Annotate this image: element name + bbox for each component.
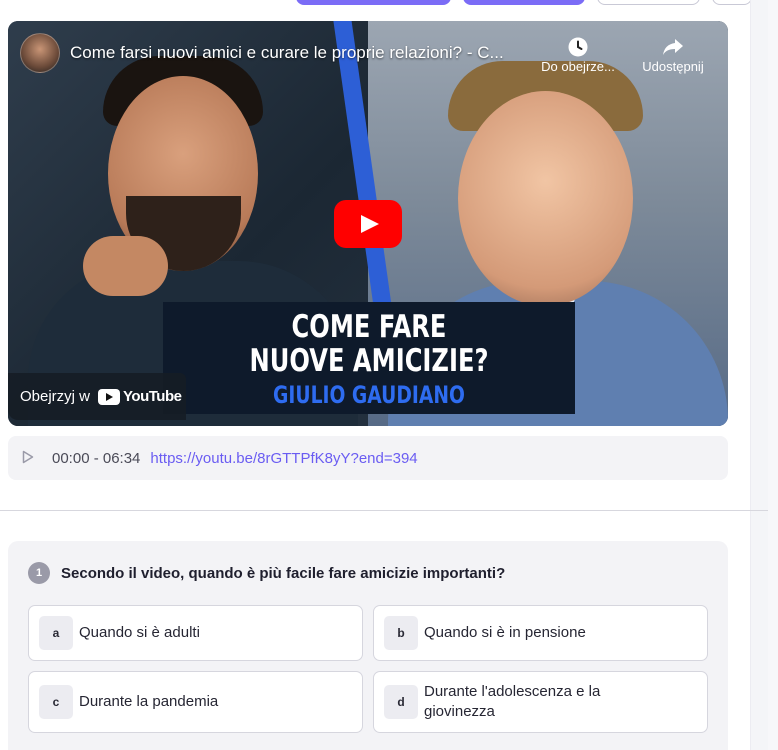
- answer-option-a[interactable]: a Quando si è adulti: [28, 605, 363, 661]
- youtube-embed[interactable]: Come farsi nuovi amici e curare le propr…: [8, 21, 728, 426]
- question-text: Secondo il video, quando è più facile fa…: [61, 564, 506, 582]
- video-url-link[interactable]: https://youtu.be/8rGTTPfK8yY?end=394: [150, 450, 417, 467]
- youtube-logo-text: YouTube: [123, 388, 182, 405]
- share-label: Udostępnij: [642, 59, 704, 74]
- answer-option-b[interactable]: b Quando si è in pensione: [373, 605, 708, 661]
- question-header: 1 Secondo il video, quando è più facile …: [28, 562, 505, 584]
- clock-icon: [533, 33, 623, 59]
- banner-line-2: NUOVE AMICIZIE?: [249, 343, 489, 379]
- watch-on-label: Obejrzyj w: [20, 388, 91, 405]
- play-button[interactable]: [334, 200, 402, 248]
- right-person-face: [458, 91, 633, 306]
- scrollbar[interactable]: [768, 0, 778, 750]
- option-label: Quando si è adulti: [79, 624, 200, 641]
- option-letter: c: [39, 685, 73, 719]
- banner-name: GIULIO GAUDIANO: [273, 381, 465, 409]
- option-label: Durante l'adolescenza e la giovinezza: [424, 683, 601, 720]
- option-letter: a: [39, 616, 73, 650]
- section-divider: [0, 510, 768, 511]
- answer-option-d[interactable]: d Durante l'adolescenza e la giovinezza: [373, 671, 708, 733]
- top-outline-button-2[interactable]: [712, 0, 752, 5]
- top-outline-button-1[interactable]: [597, 0, 700, 5]
- youtube-logo-icon: YouTube: [98, 388, 182, 405]
- top-primary-button-2[interactable]: [463, 0, 585, 5]
- answer-option-c[interactable]: c Durante la pandemia: [28, 671, 363, 733]
- watch-later-label: Do obejrze...: [541, 59, 615, 74]
- video-segment-bar: 00:00 - 06:34 https://youtu.be/8rGTTPfK8…: [8, 436, 728, 480]
- channel-avatar[interactable]: [20, 33, 60, 73]
- option-letter: b: [384, 616, 418, 650]
- question-number-badge: 1: [28, 562, 50, 584]
- video-title[interactable]: Come farsi nuovi amici e curare le propr…: [70, 43, 530, 63]
- watch-on-youtube-button[interactable]: Obejrzyj w YouTube: [8, 373, 186, 420]
- question-card: 1 Secondo il video, quando è più facile …: [8, 541, 728, 750]
- youtube-play-mini-icon: [98, 388, 121, 405]
- share-icon: [628, 33, 718, 59]
- watch-later-button[interactable]: Do obejrze...: [533, 33, 623, 74]
- option-label: Durante la pandemia: [79, 693, 219, 710]
- share-button[interactable]: Udostępnij: [628, 33, 718, 74]
- option-letter: d: [384, 685, 418, 719]
- segment-time-range: 00:00 - 06:34: [52, 449, 141, 467]
- banner-line-1: COME FARE: [291, 309, 447, 345]
- left-person-hand: [83, 236, 168, 296]
- top-primary-button-1[interactable]: [296, 0, 451, 5]
- play-icon[interactable]: [22, 450, 38, 467]
- play-icon: [361, 215, 379, 233]
- thumbnail-title-banner: COME FARE NUOVE AMICIZIE? GIULIO GAUDIAN…: [163, 302, 575, 414]
- option-label: Quando si è in pensione: [424, 624, 586, 641]
